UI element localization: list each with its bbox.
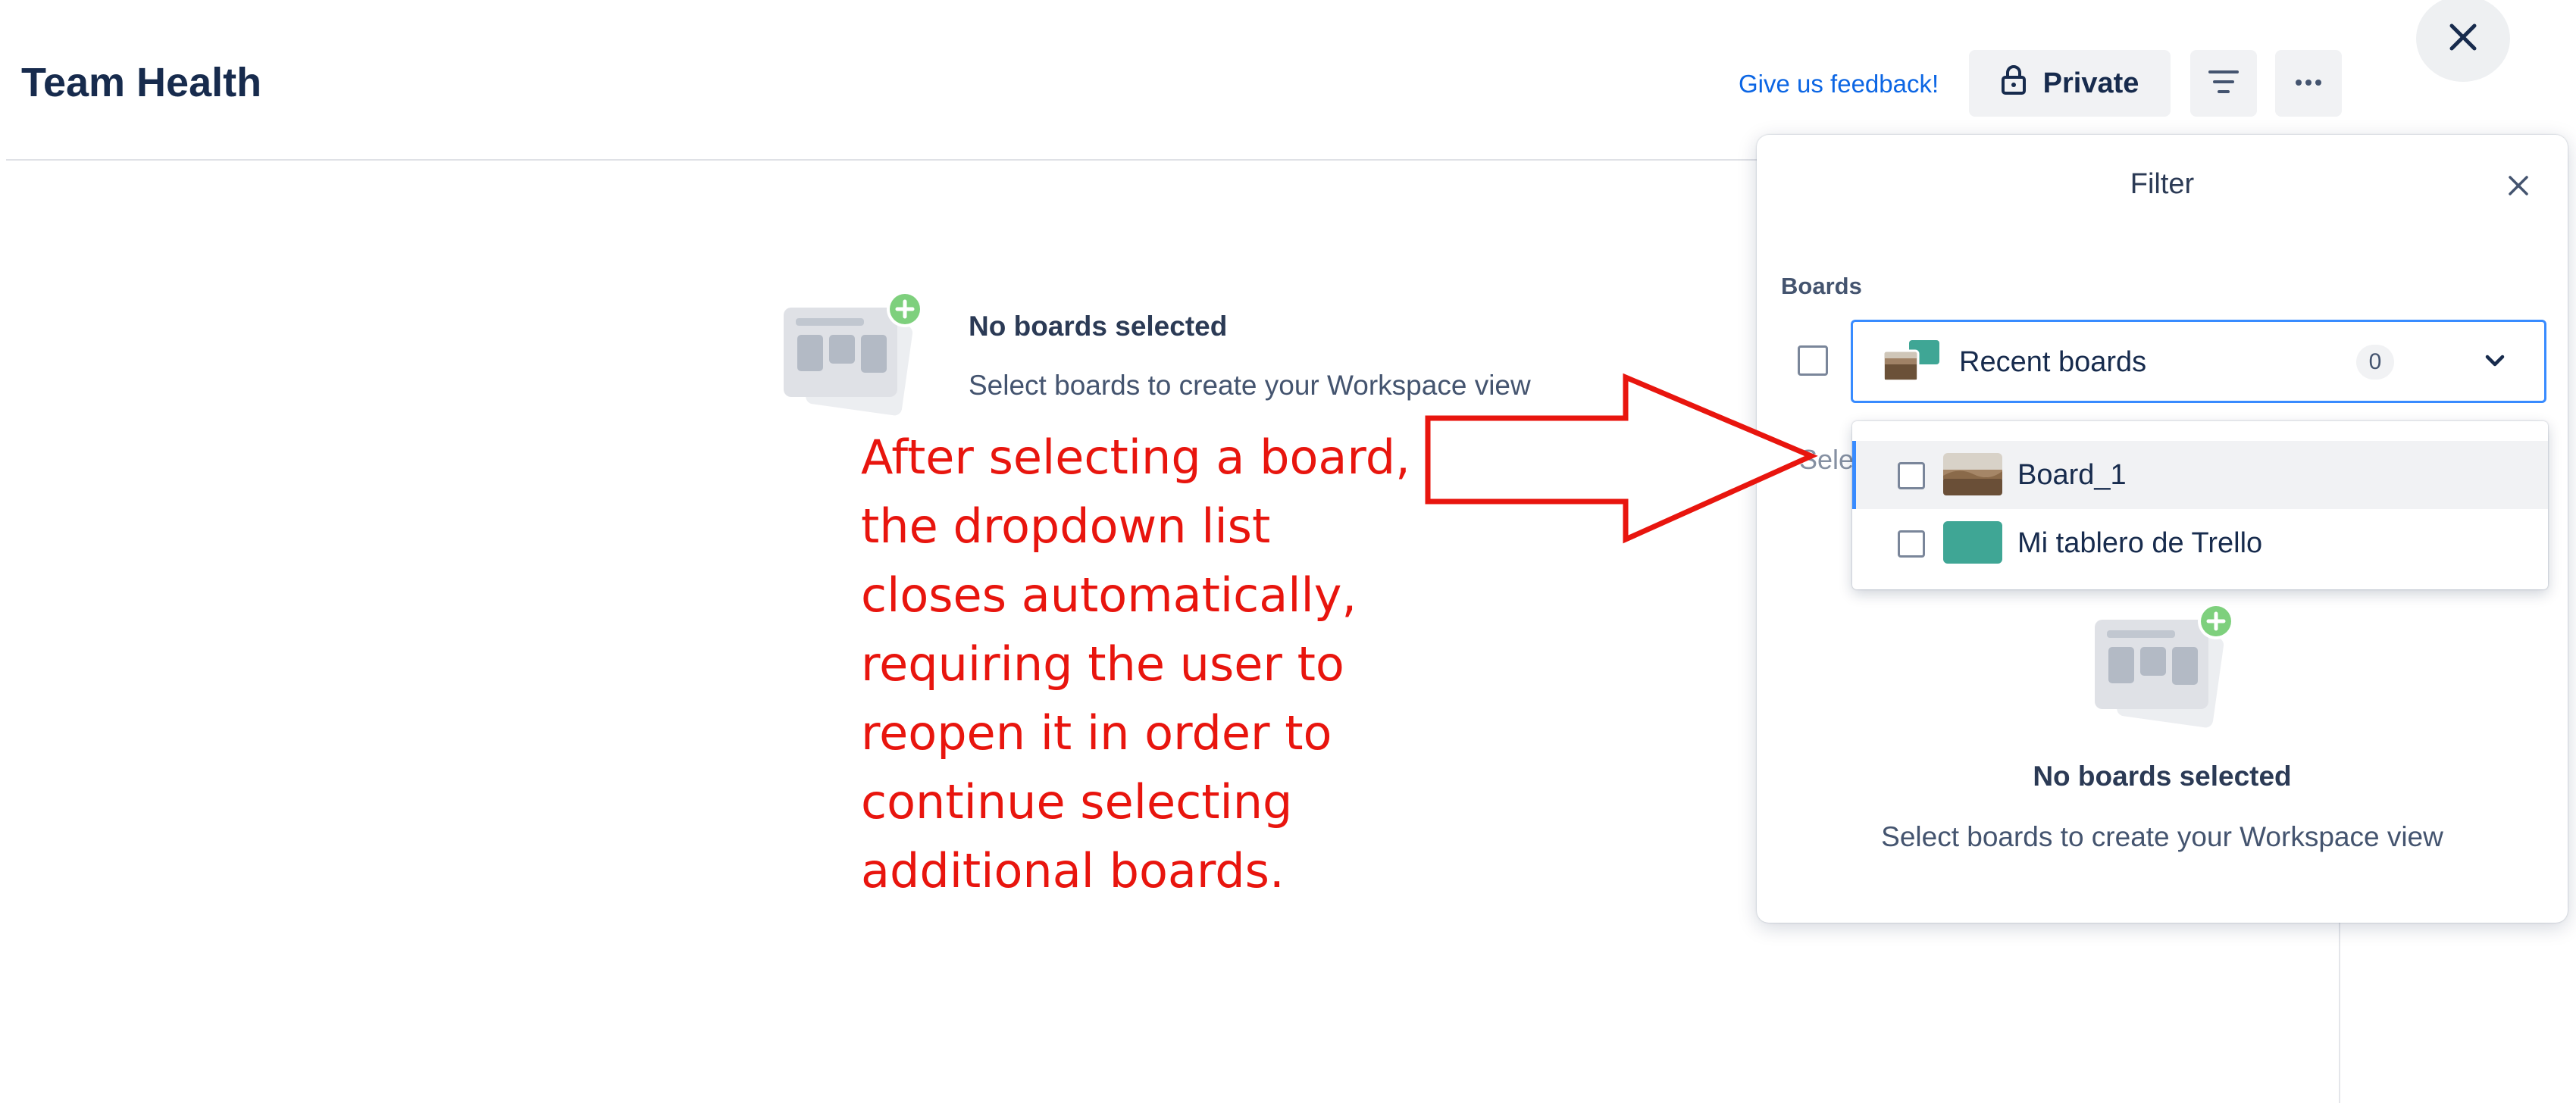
private-button-label: Private xyxy=(2042,67,2139,99)
close-icon xyxy=(2448,22,2478,56)
panel-empty-state-title: No boards selected xyxy=(2033,761,2292,792)
filter-lines-icon xyxy=(2208,68,2239,99)
filter-close-button[interactable] xyxy=(2498,167,2539,208)
private-visibility-button[interactable]: Private xyxy=(1969,50,2171,117)
mi-tablero-thumbnail xyxy=(1943,521,2002,564)
annotation-line: continue selecting xyxy=(861,774,1293,830)
mi-tablero-label: Mi tablero de Trello xyxy=(2017,527,2263,559)
page-title: Team Health xyxy=(21,60,262,105)
selected-count-badge: 0 xyxy=(2356,345,2394,380)
board-1-checkbox[interactable] xyxy=(1898,462,1925,489)
recent-boards-dropdown[interactable]: Recent boards 0 xyxy=(1851,320,2546,403)
boards-section-label: Boards xyxy=(1781,273,1862,299)
boards-dropdown-list: Board_1 Mi tablero de Trello xyxy=(1852,421,2548,589)
lock-icon xyxy=(2001,64,2027,102)
empty-boards-illustration xyxy=(2089,598,2237,739)
empty-boards-illustration xyxy=(778,286,926,427)
board-1-thumbnail xyxy=(1943,453,2002,495)
annotation-arrow xyxy=(1417,371,1826,557)
filter-panel-title: Filter xyxy=(2130,168,2195,200)
dropdown-label: Recent boards xyxy=(1959,346,2147,378)
close-view-button[interactable] xyxy=(2416,0,2510,82)
more-options-button[interactable] xyxy=(2275,50,2342,117)
annotation-line: requiring the user to xyxy=(861,636,1344,692)
hover-indicator xyxy=(1852,441,1856,509)
filter-button[interactable] xyxy=(2190,50,2257,117)
chevron-down-icon xyxy=(2482,348,2508,377)
annotation-line: closes automatically, xyxy=(861,567,1357,623)
feedback-link[interactable]: Give us feedback! xyxy=(1739,70,1939,98)
board-1-label: Board_1 xyxy=(2017,459,2127,491)
empty-state-title: No boards selected xyxy=(969,311,1228,342)
annotation-line: reopen it in order to xyxy=(861,705,1332,761)
close-icon xyxy=(2507,174,2530,201)
dropdown-option-board-1[interactable]: Board_1 xyxy=(1852,441,2548,509)
panel-empty-state-description: Select boards to create your Workspace v… xyxy=(1881,821,2443,852)
mi-tablero-checkbox[interactable] xyxy=(1898,530,1925,558)
annotation-line: additional boards. xyxy=(861,843,1285,898)
boards-stack-icon xyxy=(1882,339,1942,388)
dropdown-option-mi-tablero[interactable]: Mi tablero de Trello xyxy=(1852,509,2548,577)
ellipsis-icon xyxy=(2295,77,2322,90)
